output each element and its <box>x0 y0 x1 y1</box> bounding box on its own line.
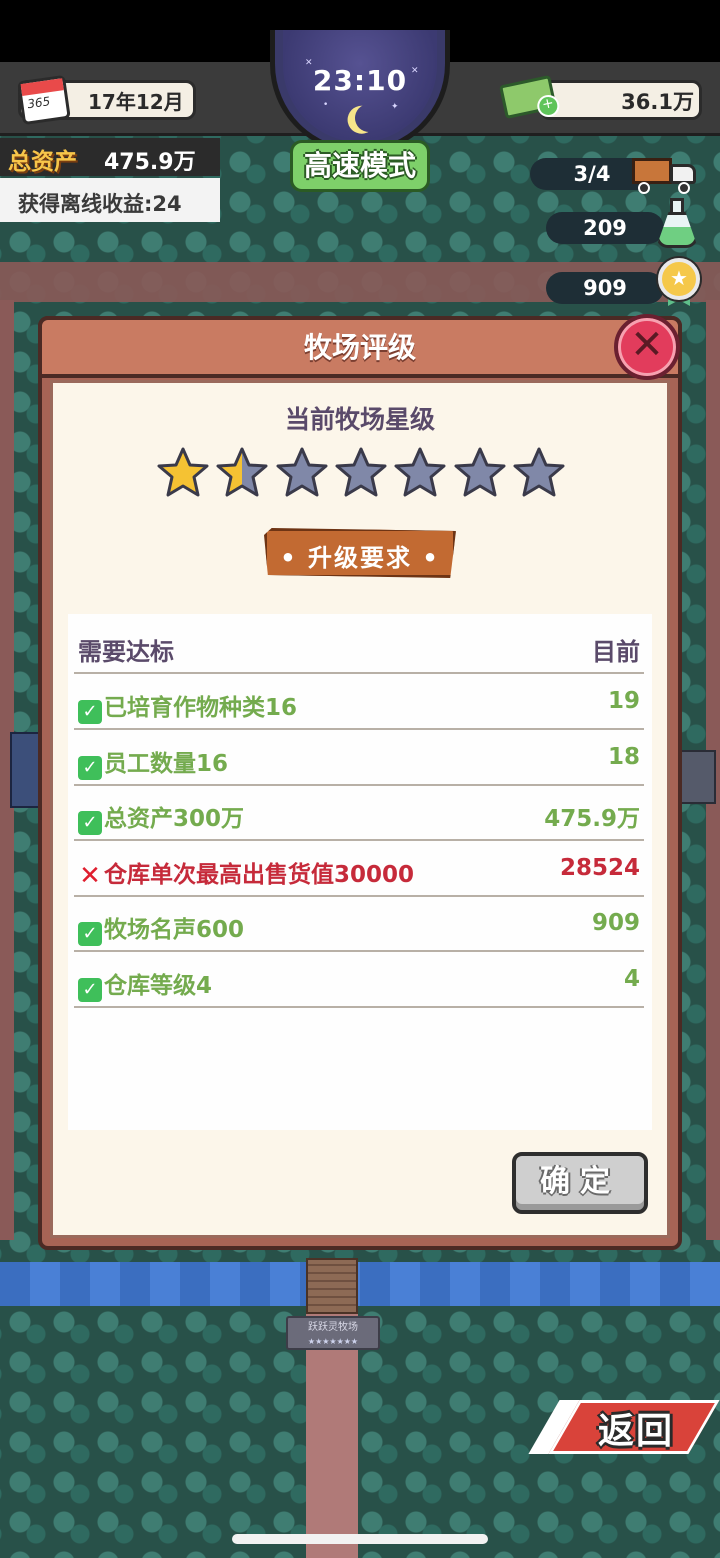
star-rating <box>156 446 566 506</box>
requirement-text: 牧场名声600 <box>104 917 245 944</box>
current-star-heading: 当前牧场星级 <box>284 405 435 434</box>
research-points[interactable]: 209 <box>546 212 664 244</box>
requirement-row: ✕ 仓库单次最高出售货值30000 28524 <box>74 841 644 897</box>
requirement-row: ✓ 已培育作物种类16 19 <box>74 674 644 730</box>
right-building[interactable] <box>676 750 716 804</box>
clock-face: ✕ ✕ • ✦ 23:10 <box>283 30 437 142</box>
home-indicator[interactable] <box>232 1534 488 1544</box>
truck-icon[interactable] <box>632 156 698 194</box>
requirement-text: 员工数量16 <box>104 750 229 777</box>
medal-icon[interactable]: ★ <box>656 258 702 306</box>
reputation-points[interactable]: 909 <box>546 272 664 304</box>
cross-icon: ✕ <box>79 860 101 891</box>
upgrade-requirements-label: • 升级要求 • <box>280 544 440 572</box>
check-icon: ✓ <box>78 755 102 780</box>
table-header-row: 需要达标 目前 <box>74 618 644 674</box>
star-icon <box>156 446 210 500</box>
ranch-entrance-sign: 跃跃灵牧场 ★★★★★★★ <box>286 1316 380 1350</box>
star-icon <box>215 446 269 500</box>
check-icon: ✓ <box>78 978 102 1002</box>
requirement-text: 已培育作物种类16 <box>104 695 298 721</box>
total-assets-label: 总资产 <box>8 149 77 175</box>
back-button[interactable]: 返回 <box>528 1400 720 1454</box>
ranch-sign-stars: ★★★★★★★ <box>307 1337 359 1346</box>
requirement-text: 仓库等级4 <box>104 973 213 999</box>
offline-income-text: 获得离线收益:24 <box>18 192 182 216</box>
dialog-title: 牧场评级 <box>303 331 416 364</box>
star-decoration: • <box>323 100 329 110</box>
requirement-current: 909 <box>591 910 640 937</box>
requirement-label: ✓ 员工数量16 <box>78 744 228 780</box>
check-icon: ✓ <box>78 922 102 947</box>
requirement-text: 仓库单次最高出售货值30000 <box>104 861 415 888</box>
requirement-label: ✓ 牧场名声600 <box>78 910 245 947</box>
back-button-label: 返回 <box>598 1411 675 1452</box>
requirement-label: ✓ 已培育作物种类16 <box>78 688 297 724</box>
confirm-button[interactable]: 确定 <box>512 1152 648 1214</box>
bridge <box>306 1258 358 1314</box>
flask-icon[interactable] <box>654 198 700 250</box>
date-text: 17年12月 <box>88 90 184 114</box>
star-decoration: ✦ <box>391 102 399 112</box>
total-assets-value: 475.9万 <box>104 150 196 175</box>
requirement-label: ✓ 仓库等级4 <box>78 966 212 1002</box>
money-value: 36.1万 <box>621 90 694 114</box>
requirement-row: ✓ 牧场名声600 909 <box>74 896 644 953</box>
header-current: 目前 <box>592 638 640 666</box>
requirement-current: 28524 <box>559 854 640 881</box>
requirement-row: ✓ 总资产300万 475.9万 <box>74 785 644 842</box>
requirement-row: ✓ 仓库等级4 4 <box>74 952 644 1008</box>
check-icon: ✓ <box>78 811 102 836</box>
star-icon <box>275 446 329 500</box>
requirement-row: ✓ 员工数量16 18 <box>74 730 644 786</box>
calendar-icon: 365 <box>17 74 71 126</box>
requirement-text: 总资产300万 <box>104 806 245 833</box>
clock-time: 23:10 <box>312 64 408 97</box>
moon-icon <box>353 102 385 134</box>
requirement-current: 18 <box>607 743 640 770</box>
requirement-label: ✕ 仓库单次最高出售货值30000 <box>78 855 414 891</box>
star-icon <box>393 446 447 500</box>
close-button[interactable]: ✕ <box>614 314 680 380</box>
header-requirement: 需要达标 <box>78 638 174 666</box>
requirement-current: 475.9万 <box>544 806 640 833</box>
ranch-sign-name: 跃跃灵牧场 <box>308 1322 358 1333</box>
check-icon: ✓ <box>78 700 102 724</box>
requirement-current: 4 <box>623 966 640 992</box>
calendar-label: 365 <box>26 94 52 112</box>
river <box>0 1262 720 1306</box>
close-icon[interactable]: ✕ <box>630 322 664 368</box>
speed-mode-button[interactable]: 高速模式 <box>290 140 430 192</box>
star-icon <box>334 446 388 500</box>
star-icon <box>512 446 566 500</box>
requirement-label: ✓ 总资产300万 <box>78 799 245 836</box>
requirement-current: 19 <box>607 688 640 714</box>
star-icon <box>453 446 507 500</box>
